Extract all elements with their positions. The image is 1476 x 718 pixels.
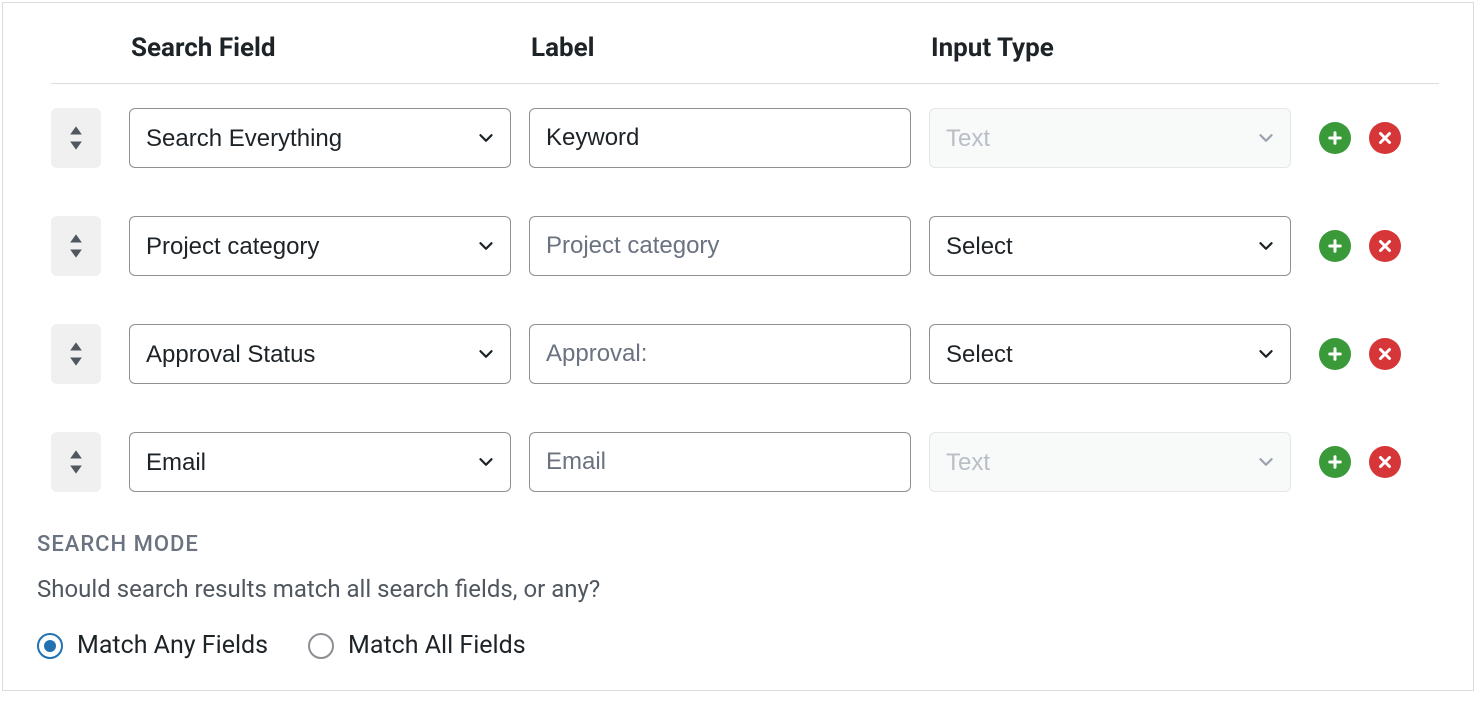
header-input-type: Input Type (911, 33, 1291, 63)
label-input[interactable] (529, 216, 911, 276)
table-row: Approval Status Select (37, 324, 1439, 384)
sort-icon (66, 232, 86, 260)
add-row-button[interactable] (1319, 122, 1351, 154)
close-icon (1376, 129, 1394, 147)
rows-container: Search Everything Text (37, 108, 1439, 492)
drag-handle[interactable] (51, 432, 101, 492)
search-mode-desc: Should search results match all search f… (37, 575, 1439, 603)
radio-match-all-input[interactable] (308, 633, 334, 659)
search-field-select[interactable]: Project category (129, 216, 511, 276)
table-row: Email Text (37, 432, 1439, 492)
table-header: Search Field Label Input Type (51, 33, 1439, 84)
search-field-select[interactable]: Email (129, 432, 511, 492)
close-icon (1376, 345, 1394, 363)
search-field-select[interactable]: Search Everything (129, 108, 511, 168)
drag-handle[interactable] (51, 108, 101, 168)
radio-match-all-label: Match All Fields (348, 631, 526, 660)
remove-row-button[interactable] (1369, 338, 1401, 370)
radio-match-any-input[interactable] (37, 633, 63, 659)
remove-row-button[interactable] (1369, 446, 1401, 478)
table-row: Project category Select (37, 216, 1439, 276)
radio-match-all[interactable]: Match All Fields (308, 631, 526, 660)
plus-icon (1326, 453, 1344, 471)
search-mode-title: SEARCH MODE (37, 532, 1439, 557)
search-mode-radios: Match Any Fields Match All Fields (37, 631, 1439, 660)
header-label: Label (511, 33, 911, 63)
input-type-select[interactable]: Select (929, 216, 1291, 276)
input-type-select[interactable]: Text (929, 432, 1291, 492)
drag-handle[interactable] (51, 324, 101, 384)
add-row-button[interactable] (1319, 338, 1351, 370)
drag-handle[interactable] (51, 216, 101, 276)
close-icon (1376, 453, 1394, 471)
header-search-field: Search Field (111, 33, 511, 63)
radio-match-any[interactable]: Match Any Fields (37, 631, 268, 660)
input-type-select[interactable]: Select (929, 324, 1291, 384)
sort-icon (66, 448, 86, 476)
search-fields-panel: Search Field Label Input Type Search Eve… (2, 2, 1474, 691)
remove-row-button[interactable] (1369, 122, 1401, 154)
search-field-select[interactable]: Approval Status (129, 324, 511, 384)
plus-icon (1326, 129, 1344, 147)
radio-match-any-label: Match Any Fields (77, 631, 268, 660)
label-input[interactable] (529, 324, 911, 384)
remove-row-button[interactable] (1369, 230, 1401, 262)
label-input[interactable] (529, 432, 911, 492)
add-row-button[interactable] (1319, 446, 1351, 478)
table-row: Search Everything Text (37, 108, 1439, 168)
input-type-select[interactable]: Text (929, 108, 1291, 168)
sort-icon (66, 340, 86, 368)
plus-icon (1326, 237, 1344, 255)
sort-icon (66, 124, 86, 152)
close-icon (1376, 237, 1394, 255)
add-row-button[interactable] (1319, 230, 1351, 262)
plus-icon (1326, 345, 1344, 363)
label-input[interactable] (529, 108, 911, 168)
